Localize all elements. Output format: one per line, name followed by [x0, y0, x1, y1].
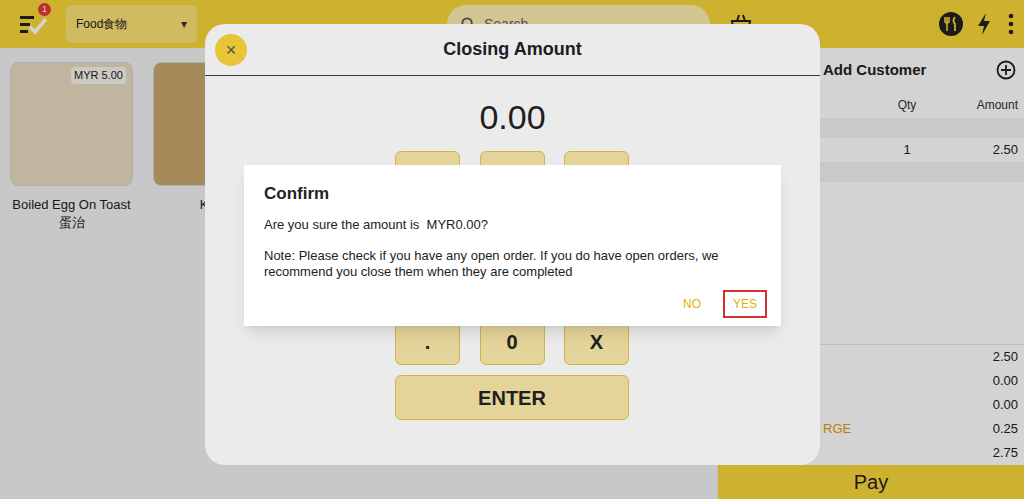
dialog-message: Are you sure the amount is MYR0.00? — [264, 215, 761, 235]
dialog-buttons: NO YES — [264, 290, 767, 318]
dialog-note: Note: Please check if you have any open … — [264, 248, 761, 280]
confirm-dialog: Confirm Are you sure the amount is MYR0.… — [244, 165, 781, 326]
dialog-button[interactable]: YES — [723, 290, 767, 318]
pos-screen: 1 Food食物 ▾ Search — [0, 0, 1024, 499]
dialog-button[interactable]: NO — [675, 290, 709, 318]
dialog-title: Confirm — [264, 181, 761, 207]
